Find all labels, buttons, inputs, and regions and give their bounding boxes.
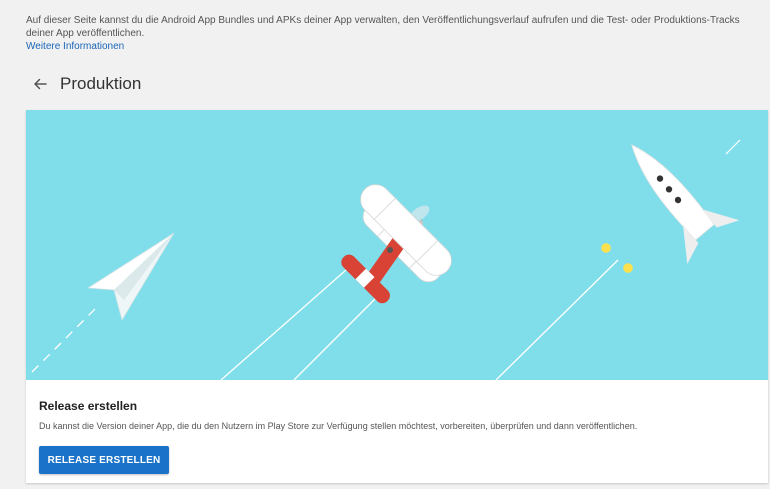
page-title: Produktion (60, 74, 142, 93)
page-header: Produktion (32, 74, 141, 94)
arrow-left-icon[interactable] (32, 76, 48, 92)
create-release-button[interactable]: RELEASE ERSTELLEN (39, 446, 169, 474)
intro-text-block: Auf dieser Seite kannst du die Android A… (26, 14, 750, 53)
learn-more-link[interactable]: Weitere Informationen (26, 40, 750, 53)
card-title: Release erstellen (39, 399, 138, 413)
release-card: Release erstellen Du kannst die Version … (26, 110, 768, 483)
intro-text: Auf dieser Seite kannst du die Android A… (26, 15, 740, 39)
card-description: Du kannst die Version deiner App, die du… (39, 421, 638, 431)
release-illustration (26, 110, 768, 380)
